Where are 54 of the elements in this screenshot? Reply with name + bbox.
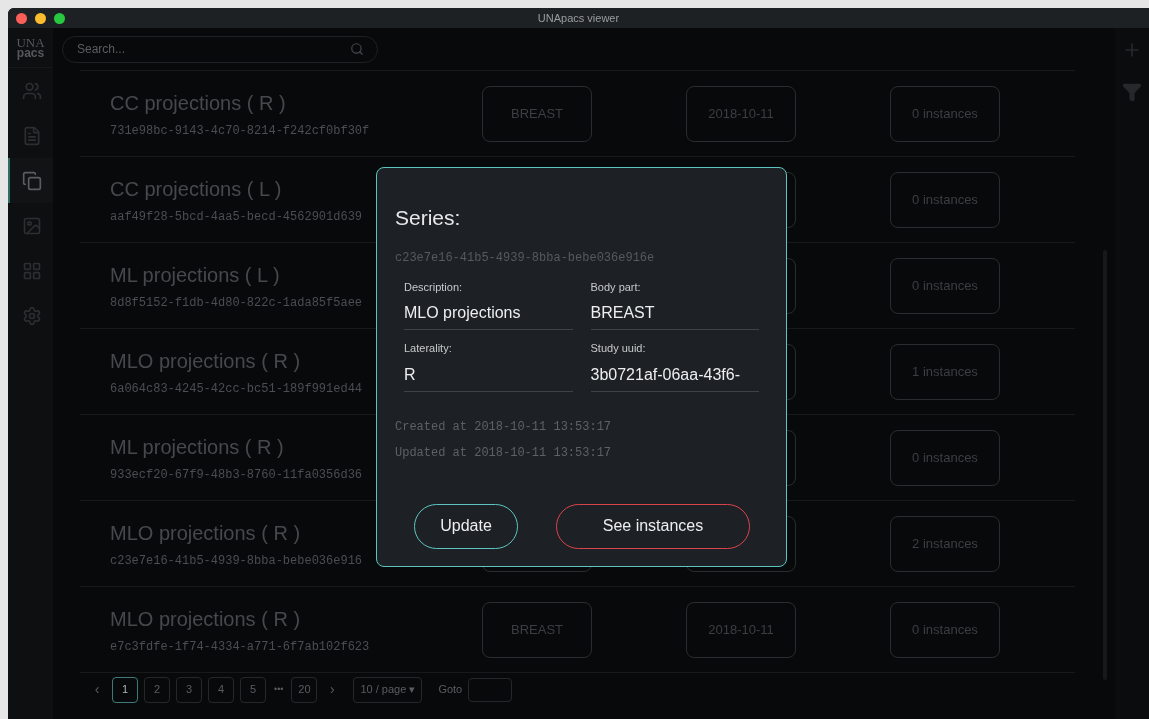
instances-button[interactable]: 2 instances [890, 515, 1000, 572]
series-title: MLO projections ( R ) [110, 520, 301, 546]
close-window-button[interactable] [16, 12, 27, 24]
window-title: UNApacs viewer [537, 10, 620, 26]
users-icon [21, 80, 42, 101]
filter-icon[interactable] [1122, 82, 1142, 102]
goto-field[interactable] [468, 677, 513, 702]
instances-button[interactable]: 1 instances [890, 343, 1000, 400]
updated-timestamp: Updated at 2018-10-11 13:53:17 [395, 444, 613, 462]
date-badge: 2018-10-11 [686, 601, 796, 658]
page-button[interactable]: 3 [176, 676, 202, 703]
date-badge: 2018-10-11 [686, 85, 796, 142]
series-uuid: aaf49f28-5bcd-4aa5-becd-4562901d639 [110, 208, 363, 226]
page-button[interactable]: 4 [208, 676, 234, 703]
page-button[interactable]: 5 [240, 676, 266, 703]
settings-icon [21, 305, 42, 326]
dialog-title: Series: [395, 205, 462, 231]
form-field[interactable]: Study uuid: 3b0721af-06aa-43f6- [590, 340, 759, 392]
search-icon [350, 41, 364, 56]
pagination-ellipsis: ••• [273, 682, 285, 696]
grid-icon [21, 260, 42, 281]
series-uuid: c23e7e16-41b5-4939-8bba-bebe036e916 [110, 552, 363, 570]
previous-page-button[interactable]: ‹ [88, 679, 106, 700]
page-size-select[interactable]: 10 / page ▾ [353, 676, 423, 703]
zoom-window-button[interactable] [54, 12, 65, 24]
series-uuid: 6a064c83-4245-42cc-bc51-189f991ed44 [110, 380, 363, 398]
sidebar-item[interactable] [8, 158, 53, 203]
copies-icon [21, 170, 42, 191]
logo: UNA pacs [8, 28, 53, 68]
dialog-uuid: c23e7e16-41b5-4939-8bba-bebe036e916e [395, 249, 656, 267]
body-part-badge: BREAST [482, 85, 592, 142]
series-uuid: e7c3fdfe-1f74-4334-a771-6f7ab102f623 [110, 638, 370, 656]
series-title: MLO projections ( R ) [110, 348, 301, 374]
series-title: MLO projections ( R ) [110, 606, 301, 632]
form-field[interactable]: Description: MLO projections [404, 278, 573, 330]
series-uuid: 8d8f5152-f1db-4d80-822c-1ada85f5aee [110, 294, 363, 312]
page-button[interactable]: 1 [112, 676, 138, 703]
series-title: CC projections ( L ) [110, 176, 282, 202]
created-timestamp: Created at 2018-10-11 13:53:17 [395, 418, 613, 436]
next-page-button[interactable]: › [323, 679, 342, 700]
goto-label: Goto [438, 682, 463, 698]
body-part-badge: BREAST [482, 601, 592, 658]
form-field[interactable]: Body part: BREAST [590, 278, 759, 330]
form-field[interactable]: Laterality: R [404, 340, 573, 392]
image-icon [21, 215, 42, 236]
series-title: ML projections ( R ) [110, 434, 284, 460]
page-button[interactable]: 2 [144, 676, 170, 703]
minimize-window-button[interactable] [35, 12, 46, 24]
page-button[interactable]: 20 [291, 676, 318, 703]
series-uuid: 933ecf20-67f9-48b3-8760-11fa0356d36 [110, 466, 363, 484]
series-title: ML projections ( L ) [110, 262, 280, 288]
series-title: CC projections ( R ) [110, 90, 286, 116]
search-field[interactable]: Search... [62, 35, 378, 63]
series-uuid: 731e98bc-9143-4c70-8214-f242cf0bf30f [110, 122, 370, 140]
